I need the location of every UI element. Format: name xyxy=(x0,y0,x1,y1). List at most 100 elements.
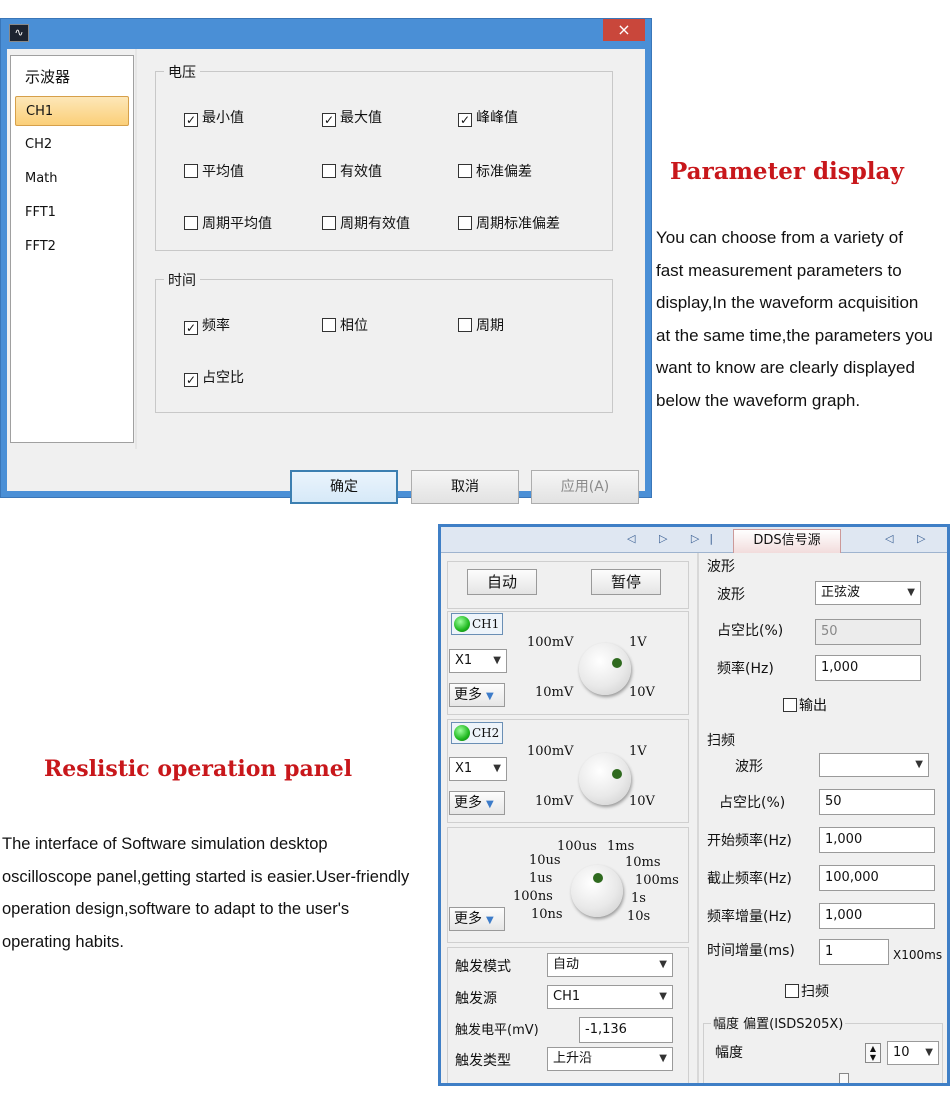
scope-control-panel: ◁ ▷ ▷| |◁ DDS信号源 ◁ ▷ ▷| 自动 暂停 CH1 X1 ▼ 更多… xyxy=(438,524,950,1086)
measure-checkbox[interactable]: 有效值 xyxy=(322,162,382,182)
amplitude-select[interactable]: 10 ▼ xyxy=(887,1041,939,1065)
amplitude-slider-thumb[interactable] xyxy=(839,1073,849,1083)
amplitude-spinner[interactable]: ▲ ▼ xyxy=(865,1043,881,1063)
ch1-toggle[interactable]: CH1 xyxy=(451,613,503,635)
duty-input[interactable]: 50 xyxy=(815,619,921,645)
chevron-down-icon: ▼ xyxy=(493,763,501,774)
measure-checkbox[interactable]: 周期平均值 xyxy=(184,214,272,234)
ch1-volts-knob[interactable] xyxy=(579,643,631,695)
timebase-more-button[interactable]: 更多 ▼ xyxy=(449,907,505,931)
ch2-more-button[interactable]: 更多 ▼ xyxy=(449,791,505,815)
chevron-down-icon: ▼ xyxy=(907,587,915,598)
description-line: fast measurement parameters to xyxy=(656,260,902,280)
checkbox-box xyxy=(783,698,797,712)
knob-indicator xyxy=(612,769,622,779)
measure-checkbox[interactable]: ✓ 峰峰值 xyxy=(458,108,518,128)
dialog-titlebar[interactable]: ∿ × xyxy=(1,19,651,49)
chevron-down-icon: ▼ xyxy=(493,655,501,666)
ch1-more-button[interactable]: 更多 ▼ xyxy=(449,683,505,707)
ch2-scale-label: 10mV xyxy=(535,794,574,809)
sweep-time-unit: X100ms xyxy=(893,948,943,962)
auto-button[interactable]: 自动 xyxy=(467,569,537,595)
sweep-group-label: 扫频 xyxy=(707,733,735,749)
trigger-mode-select[interactable]: 自动 ▼ xyxy=(547,953,673,977)
measure-label: 周期有效值 xyxy=(340,216,410,232)
nav-item-oscilloscope[interactable]: 示波器 xyxy=(15,62,129,92)
measure-checkbox[interactable]: 周期标准偏差 xyxy=(458,214,560,234)
close-button[interactable]: × xyxy=(603,19,645,41)
trigger-type-value: 上升沿 xyxy=(553,1051,593,1066)
time-scale-label: 10s xyxy=(627,909,651,924)
ch2-led-icon xyxy=(454,725,470,741)
measure-label: 有效值 xyxy=(340,164,382,180)
measure-checkbox[interactable]: 相位 xyxy=(322,316,368,336)
wave-label: 波形 xyxy=(717,587,745,603)
measure-checkbox[interactable]: ✓ 最小值 xyxy=(184,108,244,128)
dropdown-triangle-icon: ▼ xyxy=(486,691,494,702)
tab-scroll-arrows-right[interactable]: ◁ ▷ ▷| xyxy=(885,532,947,545)
nav-item-ch2[interactable]: CH2 xyxy=(15,130,129,160)
sweep-duty-input[interactable]: 50 xyxy=(819,789,935,815)
nav-item-fft1[interactable]: FFT1 xyxy=(15,198,129,228)
checkbox-box xyxy=(458,216,472,230)
sweep-step-input[interactable]: 1,000 xyxy=(819,903,935,929)
time-scale-label: 1us xyxy=(529,871,553,886)
measure-checkbox[interactable]: ✓ 频率 xyxy=(184,316,230,336)
nav-item-ch1[interactable]: CH1 xyxy=(15,96,129,126)
ch2-label: CH2 xyxy=(472,726,500,740)
sweep-start-label: 开始频率(Hz) xyxy=(707,833,792,849)
sweep-start-input[interactable]: 1,000 xyxy=(819,827,935,853)
ch2-toggle[interactable]: CH2 xyxy=(451,722,503,744)
measure-label: 峰峰值 xyxy=(476,110,518,126)
voltage-group-label: 电压 xyxy=(164,62,200,82)
ch2-volts-knob[interactable] xyxy=(579,753,631,805)
measure-label: 频率 xyxy=(202,318,230,334)
tab-dds-signal-source[interactable]: DDS信号源 xyxy=(733,529,841,553)
ch1-more-label: 更多 xyxy=(454,687,482,703)
ok-button[interactable]: 确定 xyxy=(290,470,398,504)
sweep-time-input[interactable]: 1 xyxy=(819,939,889,965)
nav-item-fft2[interactable]: FFT2 xyxy=(15,232,129,262)
sweep-wave-label: 波形 xyxy=(735,759,763,775)
knob-indicator xyxy=(593,873,603,883)
sweep-checkbox[interactable]: 扫频 xyxy=(785,983,829,1001)
chevron-down-icon: ▼ xyxy=(659,991,667,1002)
ch1-scale-label: 10mV xyxy=(535,685,574,700)
measure-checkbox[interactable]: 标准偏差 xyxy=(458,162,532,182)
nav-item-math[interactable]: Math xyxy=(15,164,129,194)
timebase-knob[interactable] xyxy=(571,865,623,917)
sweep-time-label: 时间增量(ms) xyxy=(707,943,795,959)
sweep-wave-select[interactable]: ▼ xyxy=(819,753,929,777)
measure-checkbox[interactable]: ✓ 占空比 xyxy=(184,368,244,388)
measure-checkbox[interactable]: ✓ 最大值 xyxy=(322,108,382,128)
sweep-stop-input[interactable]: 100,000 xyxy=(819,865,935,891)
apply-button[interactable]: 应用(A) xyxy=(531,470,639,504)
ch1-scale-label: 100mV xyxy=(527,635,574,650)
amplitude-group-label: 幅度 偏置(ISDS205X) xyxy=(711,1015,846,1035)
output-checkbox[interactable]: 输出 xyxy=(783,697,827,715)
ch1-probe-select[interactable]: X1 ▼ xyxy=(449,649,507,673)
measure-checkbox[interactable]: 周期 xyxy=(458,316,504,336)
wave-select[interactable]: 正弦波 ▼ xyxy=(815,581,921,605)
column-divider xyxy=(697,553,699,1083)
parameter-display-heading: Parameter display xyxy=(670,158,904,185)
ch2-probe-select[interactable]: X1 ▼ xyxy=(449,757,507,781)
measure-label: 相位 xyxy=(340,318,368,334)
output-label: 输出 xyxy=(799,698,827,714)
trigger-type-select[interactable]: 上升沿 ▼ xyxy=(547,1047,673,1071)
trigger-level-input[interactable]: -1,136 xyxy=(579,1017,673,1043)
trigger-source-select[interactable]: CH1 ▼ xyxy=(547,985,673,1009)
pause-button[interactable]: 暂停 xyxy=(591,569,661,595)
time-scale-label: 1s xyxy=(631,891,646,906)
parameter-display-description: You can choose from a variety of fast me… xyxy=(656,222,948,417)
measurement-dialog: ∿ × 示波器 CH1 CH2 Math FFT1 FFT2 电压 ✓ 最小值 ✓ 最… xyxy=(0,18,652,504)
sweep-check-label: 扫频 xyxy=(801,984,829,1000)
freq-input[interactable]: 1,000 xyxy=(815,655,921,681)
measure-checkbox[interactable]: 平均值 xyxy=(184,162,244,182)
sweep-step-label: 频率增量(Hz) xyxy=(707,909,792,925)
channel-list: 示波器 CH1 CH2 Math FFT1 FFT2 xyxy=(10,55,134,443)
trigger-source-label: 触发源 xyxy=(455,991,497,1007)
divider xyxy=(135,49,137,449)
measure-checkbox[interactable]: 周期有效值 xyxy=(322,214,410,234)
cancel-button[interactable]: 取消 xyxy=(411,470,519,504)
